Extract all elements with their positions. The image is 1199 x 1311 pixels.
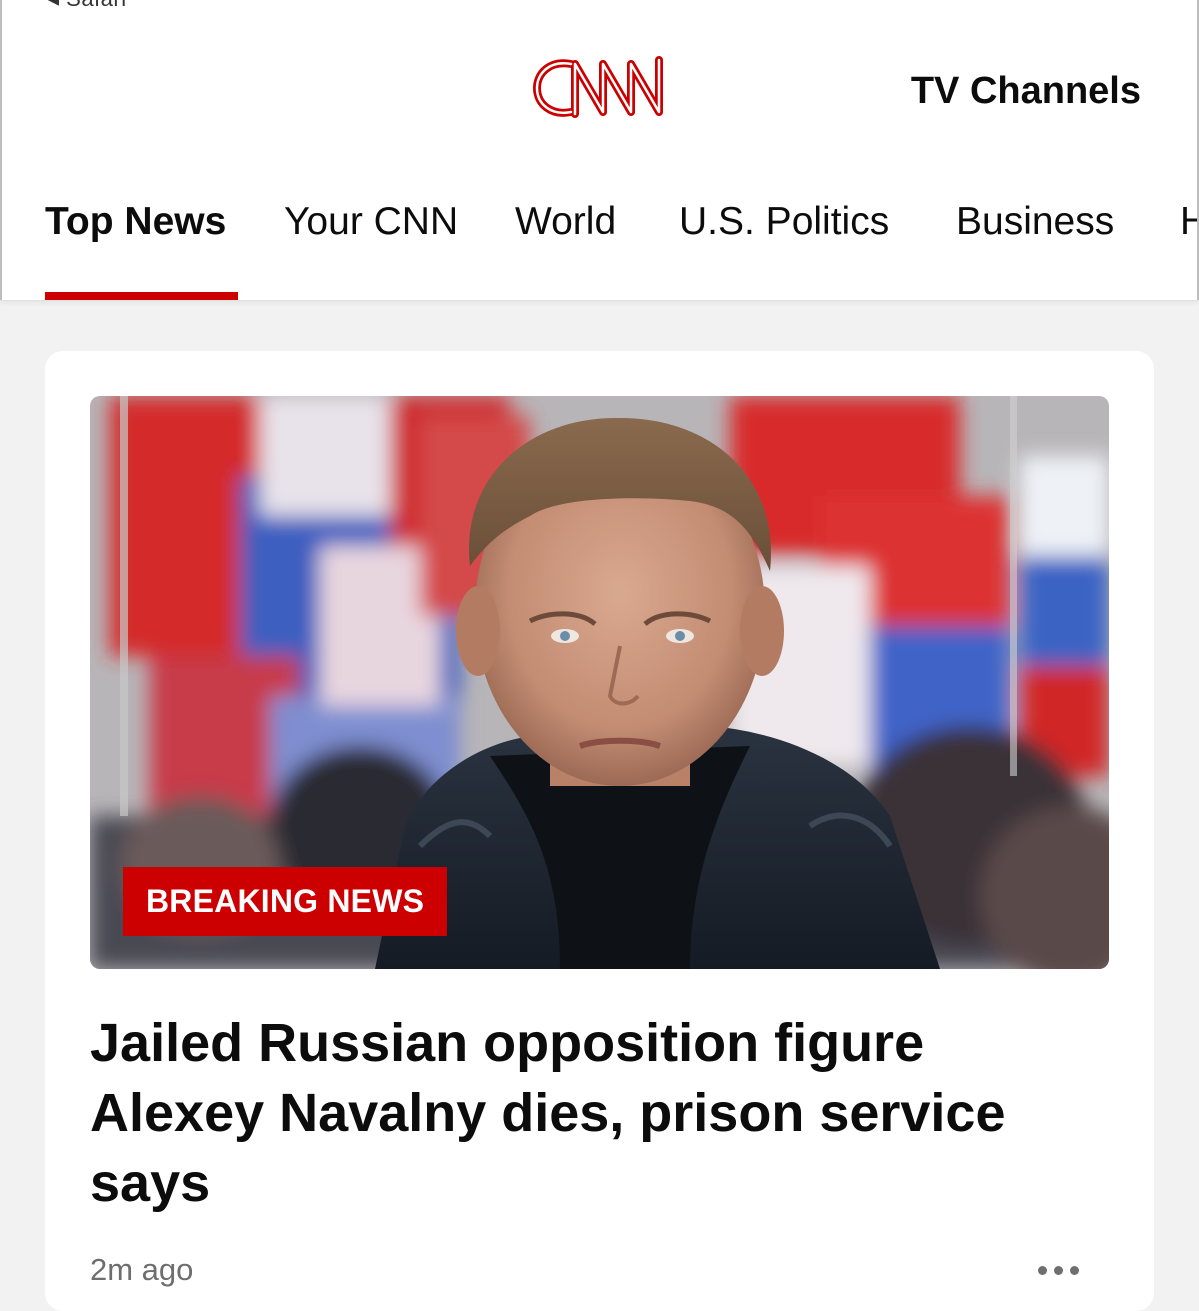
article-timestamp: 2m ago <box>90 1252 194 1287</box>
dot-icon <box>1070 1266 1079 1275</box>
more-options-icon[interactable] <box>1038 1262 1088 1280</box>
app-header: ◂ Safari TV Channels Top News Your CNN W… <box>0 0 1199 301</box>
tab-world[interactable]: World <box>515 200 616 244</box>
dot-icon <box>1054 1266 1063 1275</box>
cnn-logo[interactable] <box>531 52 669 124</box>
window-frame-left <box>0 0 2 300</box>
breaking-news-badge: BREAKING NEWS <box>123 867 448 936</box>
back-to-safari-link[interactable]: ◂ Safari <box>48 0 127 12</box>
section-nav: Top News Your CNN World U.S. Politics Bu… <box>0 200 1199 300</box>
tab-business[interactable]: Business <box>956 200 1114 244</box>
tab-us-politics[interactable]: U.S. Politics <box>679 200 889 244</box>
article-headline[interactable]: Jailed Russian opposition figure Alexey … <box>90 1008 1090 1218</box>
active-tab-indicator <box>45 292 238 300</box>
tab-top-news[interactable]: Top News <box>45 200 226 244</box>
tv-channels-link[interactable]: TV Channels <box>911 70 1141 113</box>
tab-your-cnn[interactable]: Your CNN <box>284 200 458 244</box>
dot-icon <box>1038 1266 1047 1275</box>
